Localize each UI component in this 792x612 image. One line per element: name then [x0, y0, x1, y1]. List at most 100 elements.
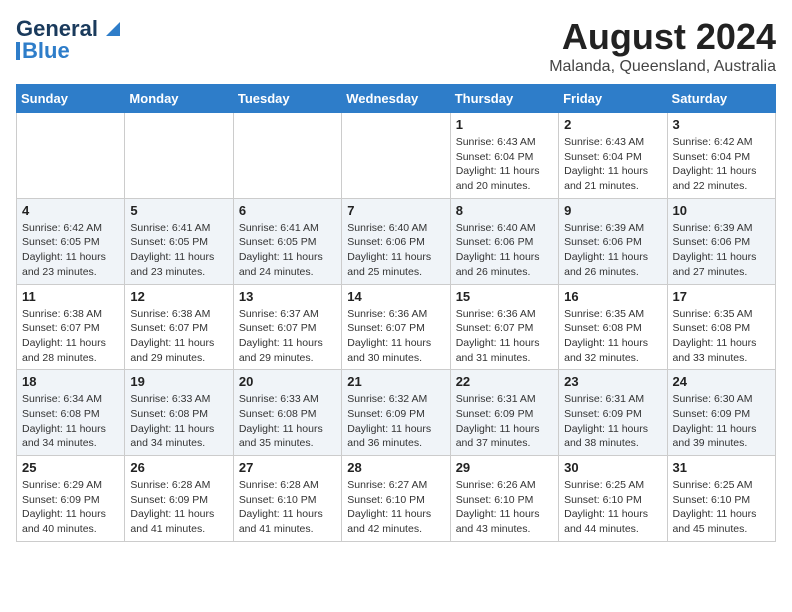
day-info: Sunrise: 6:41 AM Sunset: 6:05 PM Dayligh…	[130, 221, 227, 280]
day-info: Sunrise: 6:28 AM Sunset: 6:10 PM Dayligh…	[239, 478, 336, 537]
calendar-cell: 23Sunrise: 6:31 AM Sunset: 6:09 PM Dayli…	[559, 370, 667, 456]
calendar-week-row: 4 Sunrise: 6:42 AM Sunset: 6:05 PM Daylig…	[17, 198, 776, 284]
calendar-week-row: 1 Sunrise: 6:43 AM Sunset: 6:04 PM Daylig…	[17, 113, 776, 199]
calendar-cell: 3 Sunrise: 6:42 AM Sunset: 6:04 PM Daylig…	[667, 113, 775, 199]
page-subtitle: Malanda, Queensland, Australia	[549, 58, 776, 76]
day-info: Sunrise: 6:39 AM Sunset: 6:06 PM Dayligh…	[564, 221, 661, 280]
calendar-cell: 7 Sunrise: 6:40 AM Sunset: 6:06 PM Daylig…	[342, 198, 450, 284]
calendar-cell: 20 Sunrise: 6:33 AM Sunset: 6:08 PM Dayli…	[233, 370, 341, 456]
calendar-cell: 31 Sunrise: 6:25 AM Sunset: 6:10 PM Dayli…	[667, 456, 775, 542]
calendar-cell: 26Sunrise: 6:28 AM Sunset: 6:09 PM Dayli…	[125, 456, 233, 542]
day-info: Sunrise: 6:43 AM Sunset: 6:04 PM Dayligh…	[564, 135, 661, 194]
day-number: 4	[22, 203, 119, 218]
calendar-cell: 22 Sunrise: 6:31 AM Sunset: 6:09 PM Dayli…	[450, 370, 558, 456]
day-number: 11	[22, 289, 119, 304]
calendar-cell: 12Sunrise: 6:38 AM Sunset: 6:07 PM Dayli…	[125, 284, 233, 370]
header-friday: Friday	[559, 85, 667, 113]
day-number: 28	[347, 460, 444, 475]
day-number: 30	[564, 460, 661, 475]
calendar-cell: 21 Sunrise: 6:32 AM Sunset: 6:09 PM Dayli…	[342, 370, 450, 456]
day-number: 22	[456, 374, 553, 389]
calendar-cell: 25 Sunrise: 6:29 AM Sunset: 6:09 PM Dayli…	[17, 456, 125, 542]
day-info: Sunrise: 6:42 AM Sunset: 6:04 PM Dayligh…	[673, 135, 770, 194]
day-info: Sunrise: 6:35 AM Sunset: 6:08 PM Dayligh…	[673, 307, 770, 366]
day-info: Sunrise: 6:26 AM Sunset: 6:10 PM Dayligh…	[456, 478, 553, 537]
day-info: Sunrise: 6:35 AM Sunset: 6:08 PM Dayligh…	[564, 307, 661, 366]
day-number: 10	[673, 203, 770, 218]
day-info: Sunrise: 6:42 AM Sunset: 6:05 PM Dayligh…	[22, 221, 119, 280]
calendar-cell: 19Sunrise: 6:33 AM Sunset: 6:08 PM Dayli…	[125, 370, 233, 456]
header-tuesday: Tuesday	[233, 85, 341, 113]
page-header: General Blue August 2024 Malanda, Queens…	[16, 16, 776, 76]
day-info: Sunrise: 6:40 AM Sunset: 6:06 PM Dayligh…	[347, 221, 444, 280]
calendar-table: SundayMondayTuesdayWednesdayThursdayFrid…	[16, 84, 776, 542]
day-number: 13	[239, 289, 336, 304]
day-number: 6	[239, 203, 336, 218]
day-number: 7	[347, 203, 444, 218]
day-number: 31	[673, 460, 770, 475]
calendar-cell: 2 Sunrise: 6:43 AM Sunset: 6:04 PM Daylig…	[559, 113, 667, 199]
calendar-cell	[233, 113, 341, 199]
day-number: 9	[564, 203, 661, 218]
calendar-cell: 24 Sunrise: 6:30 AM Sunset: 6:09 PM Dayli…	[667, 370, 775, 456]
day-info: Sunrise: 6:37 AM Sunset: 6:07 PM Dayligh…	[239, 307, 336, 366]
day-info: Sunrise: 6:31 AM Sunset: 6:09 PM Dayligh…	[456, 392, 553, 451]
calendar-cell: 10 Sunrise: 6:39 AM Sunset: 6:06 PM Dayli…	[667, 198, 775, 284]
day-number: 16	[564, 289, 661, 304]
calendar-cell: 27Sunrise: 6:28 AM Sunset: 6:10 PM Dayli…	[233, 456, 341, 542]
day-number: 24	[673, 374, 770, 389]
calendar-cell: 18Sunrise: 6:34 AM Sunset: 6:08 PM Dayli…	[17, 370, 125, 456]
calendar-cell: 13 Sunrise: 6:37 AM Sunset: 6:07 PM Dayli…	[233, 284, 341, 370]
logo-icon	[102, 18, 124, 40]
header-monday: Monday	[125, 85, 233, 113]
day-number: 2	[564, 117, 661, 132]
day-number: 20	[239, 374, 336, 389]
calendar-cell: 1 Sunrise: 6:43 AM Sunset: 6:04 PM Daylig…	[450, 113, 558, 199]
day-info: Sunrise: 6:33 AM Sunset: 6:08 PM Dayligh…	[130, 392, 227, 451]
day-number: 29	[456, 460, 553, 475]
logo: General Blue	[16, 16, 124, 64]
page-title: August 2024	[549, 16, 776, 58]
calendar-cell: 8 Sunrise: 6:40 AM Sunset: 6:06 PM Daylig…	[450, 198, 558, 284]
calendar-cell: 11 Sunrise: 6:38 AM Sunset: 6:07 PM Dayli…	[17, 284, 125, 370]
day-info: Sunrise: 6:25 AM Sunset: 6:10 PM Dayligh…	[564, 478, 661, 537]
day-info: Sunrise: 6:27 AM Sunset: 6:10 PM Dayligh…	[347, 478, 444, 537]
calendar-cell: 14 Sunrise: 6:36 AM Sunset: 6:07 PM Dayli…	[342, 284, 450, 370]
calendar-cell	[342, 113, 450, 199]
day-number: 18	[22, 374, 119, 389]
day-info: Sunrise: 6:30 AM Sunset: 6:09 PM Dayligh…	[673, 392, 770, 451]
calendar-week-row: 25 Sunrise: 6:29 AM Sunset: 6:09 PM Dayli…	[17, 456, 776, 542]
header-saturday: Saturday	[667, 85, 775, 113]
day-number: 14	[347, 289, 444, 304]
day-info: Sunrise: 6:38 AM Sunset: 6:07 PM Dayligh…	[22, 307, 119, 366]
day-number: 5	[130, 203, 227, 218]
calendar-week-row: 18Sunrise: 6:34 AM Sunset: 6:08 PM Dayli…	[17, 370, 776, 456]
day-info: Sunrise: 6:36 AM Sunset: 6:07 PM Dayligh…	[456, 307, 553, 366]
calendar-cell: 30 Sunrise: 6:25 AM Sunset: 6:10 PM Dayli…	[559, 456, 667, 542]
calendar-cell: 28 Sunrise: 6:27 AM Sunset: 6:10 PM Dayli…	[342, 456, 450, 542]
calendar-cell	[125, 113, 233, 199]
day-number: 12	[130, 289, 227, 304]
day-number: 15	[456, 289, 553, 304]
day-info: Sunrise: 6:36 AM Sunset: 6:07 PM Dayligh…	[347, 307, 444, 366]
day-number: 17	[673, 289, 770, 304]
header-sunday: Sunday	[17, 85, 125, 113]
day-info: Sunrise: 6:40 AM Sunset: 6:06 PM Dayligh…	[456, 221, 553, 280]
day-info: Sunrise: 6:39 AM Sunset: 6:06 PM Dayligh…	[673, 221, 770, 280]
calendar-cell: 15 Sunrise: 6:36 AM Sunset: 6:07 PM Dayli…	[450, 284, 558, 370]
calendar-cell: 9 Sunrise: 6:39 AM Sunset: 6:06 PM Daylig…	[559, 198, 667, 284]
day-number: 3	[673, 117, 770, 132]
day-info: Sunrise: 6:32 AM Sunset: 6:09 PM Dayligh…	[347, 392, 444, 451]
calendar-cell: 17 Sunrise: 6:35 AM Sunset: 6:08 PM Dayli…	[667, 284, 775, 370]
day-info: Sunrise: 6:29 AM Sunset: 6:09 PM Dayligh…	[22, 478, 119, 537]
day-number: 25	[22, 460, 119, 475]
day-info: Sunrise: 6:25 AM Sunset: 6:10 PM Dayligh…	[673, 478, 770, 537]
day-info: Sunrise: 6:33 AM Sunset: 6:08 PM Dayligh…	[239, 392, 336, 451]
day-info: Sunrise: 6:31 AM Sunset: 6:09 PM Dayligh…	[564, 392, 661, 451]
day-number: 1	[456, 117, 553, 132]
day-number: 21	[347, 374, 444, 389]
day-info: Sunrise: 6:43 AM Sunset: 6:04 PM Dayligh…	[456, 135, 553, 194]
calendar-cell	[17, 113, 125, 199]
day-number: 8	[456, 203, 553, 218]
day-info: Sunrise: 6:41 AM Sunset: 6:05 PM Dayligh…	[239, 221, 336, 280]
